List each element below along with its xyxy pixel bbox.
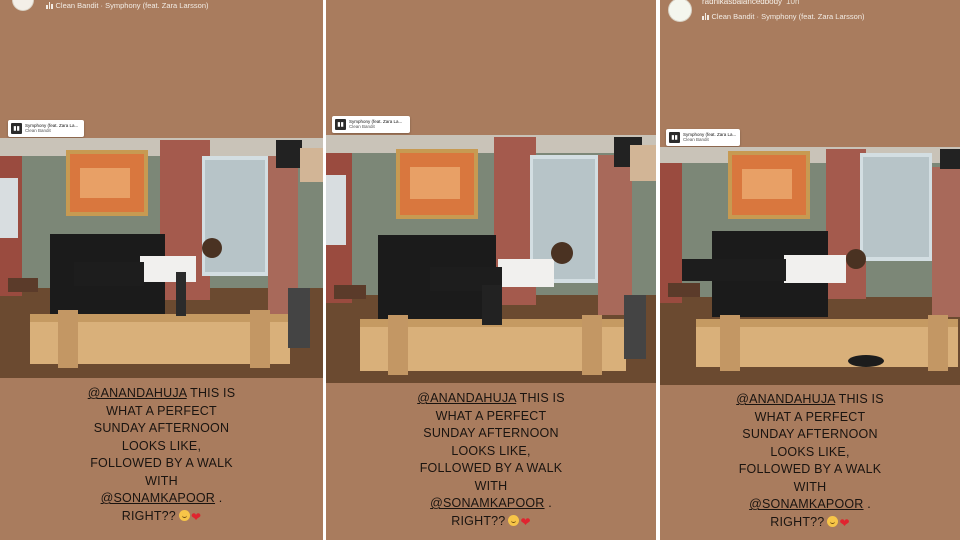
story-panel-3: radhikasbalancedbody 10h Clean Bandit · S… (660, 0, 960, 540)
mention-sonamkapoor[interactable]: @SONAMKAPOOR (101, 491, 215, 505)
story-photo (0, 138, 323, 378)
music-sticker-icon: ▮▮ (11, 123, 22, 134)
red-heart-emoji: ❤ (520, 514, 531, 529)
music-sticker-icon: ▮▮ (335, 119, 346, 130)
music-bars-icon (702, 13, 709, 20)
story-header: radhikasbalancedbody 10h Clean Bandit · S… (660, 0, 960, 26)
sticker-artist: Clean Bandit (25, 127, 51, 133)
mention-anandahuja[interactable]: @ANANDAHUJA (417, 391, 516, 405)
smiling-face-emoji (827, 515, 839, 527)
sticker-artist: Clean Bandit (349, 123, 375, 129)
story-header: Clean Bandit · Symphony (feat. Zara Lars… (0, 0, 323, 26)
mention-sonamkapoor[interactable]: @SONAMKAPOOR (430, 496, 544, 510)
music-attribution[interactable]: Clean Bandit · Symphony (feat. Zara Lars… (46, 1, 209, 10)
music-bars-icon (46, 2, 53, 9)
username[interactable]: radhikasbalancedbody 10h (702, 0, 799, 6)
music-attribution-text: Clean Bandit · Symphony (feat. Zara Lars… (711, 12, 865, 21)
mention-sonamkapoor[interactable]: @SONAMKAPOOR (749, 497, 863, 511)
music-sticker[interactable]: ▮▮ Symphony (feat. Zara La... Clean Band… (8, 120, 84, 137)
post-time: 10h (786, 0, 800, 6)
story-caption: @ANANDAHUJA THIS IS WHAT A PERFECT SUNDA… (326, 390, 656, 531)
red-heart-emoji: ❤ (839, 515, 850, 530)
story-photo (326, 135, 656, 383)
music-sticker-icon: ▮▮ (669, 132, 680, 143)
story-panel-1: Clean Bandit · Symphony (feat. Zara Lars… (0, 0, 323, 540)
story-collage: Clean Bandit · Symphony (feat. Zara Lars… (0, 0, 960, 540)
mention-anandahuja[interactable]: @ANANDAHUJA (88, 386, 187, 400)
avatar[interactable] (12, 0, 34, 11)
red-heart-emoji: ❤ (190, 509, 202, 524)
avatar[interactable] (668, 0, 692, 22)
story-caption: @ANANDAHUJA THIS IS WHAT A PERFECT SUNDA… (660, 391, 960, 532)
sticker-artist: Clean Bandit (683, 136, 709, 142)
music-attribution[interactable]: Clean Bandit · Symphony (feat. Zara Lars… (702, 12, 865, 21)
mention-anandahuja[interactable]: @ANANDAHUJA (736, 392, 835, 406)
story-photo (660, 147, 960, 385)
story-caption: @ANANDAHUJA THIS IS WHAT A PERFECT SUNDA… (0, 385, 323, 526)
story-panel-2: ▮▮ Symphony (feat. Zara La... Clean Band… (326, 0, 656, 540)
music-sticker[interactable]: ▮▮ Symphony (feat. Zara La... Clean Band… (666, 129, 740, 146)
smiling-face-emoji (178, 509, 190, 521)
music-sticker[interactable]: ▮▮ Symphony (feat. Zara La... Clean Band… (332, 116, 410, 133)
music-attribution-text: Clean Bandit · Symphony (feat. Zara Lars… (55, 1, 209, 10)
smiling-face-emoji (508, 514, 520, 526)
